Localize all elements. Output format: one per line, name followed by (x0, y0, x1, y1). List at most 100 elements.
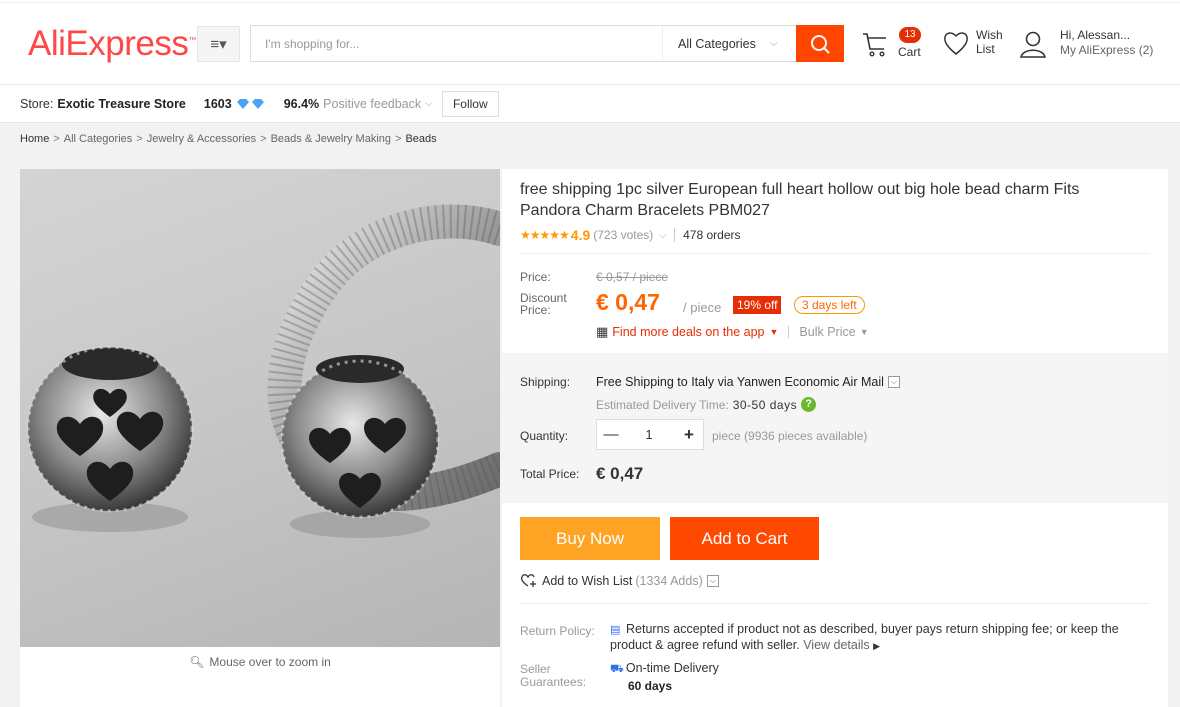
chevron-down-icon: ⌵ (887, 376, 900, 388)
search-input[interactable] (251, 26, 661, 61)
breadcrumb-separator: > (53, 132, 60, 145)
caret-down-icon: ▼ (769, 327, 779, 337)
quantity-stepper: — 1 + (596, 419, 704, 450)
caret-right-icon: ▶ (873, 641, 881, 651)
rating-votes[interactable]: (723 votes) (593, 228, 653, 242)
eta-label: Estimated Delivery Time: (596, 397, 729, 412)
store-score: 1603 (203, 96, 232, 111)
shipping-method-text: Free Shipping to Italy via Yanwen Econom… (596, 375, 884, 389)
zoom-hint: 🔍︎ Mouse over to zoom in (20, 647, 500, 677)
add-to-wish-list[interactable]: Add to Wish List (1334 Adds) ⌵ (520, 573, 719, 588)
wish-label-line2: List (976, 42, 995, 56)
breadcrumb-jewelry[interactable]: Jewelry & Accessories (147, 133, 256, 145)
breadcrumb-beads[interactable]: Beads (405, 133, 436, 145)
quantity-decrease-button[interactable]: — (597, 420, 625, 449)
return-policy-icon: ▤ (610, 624, 621, 636)
delivery-truck-icon: ⛟ (610, 663, 624, 675)
product-gallery: 🔍︎ Mouse over to zoom in (20, 169, 500, 707)
deals-row: ▦ Find more deals on the app ▼ Bulk Pric… (596, 324, 869, 340)
quantity-input[interactable]: 1 (629, 420, 669, 449)
chevron-down-icon: ⌵ (425, 98, 432, 108)
divider (520, 603, 1150, 604)
shipping-method[interactable]: Free Shipping to Italy via Yanwen Econom… (596, 375, 900, 389)
breadcrumb-beads-making[interactable]: Beads & Jewelry Making (271, 133, 391, 145)
search-button[interactable] (796, 25, 844, 62)
discount-price-row: Discount Price: € 0,47 / piece 19% off 3… (520, 289, 1160, 327)
chevron-down-icon: ⌵ (659, 229, 667, 240)
discount-price-label: Discount Price: (520, 291, 567, 317)
cart-icon (863, 33, 886, 57)
discount-price: € 0,47 (596, 289, 660, 315)
original-price: € 0,57 / piece (596, 270, 669, 284)
cart-link[interactable]: 13 Cart (860, 27, 930, 67)
hamburger-icon: ≡▾ (210, 36, 227, 53)
product-detail-panel: free shipping 1pc silver European full h… (502, 169, 1168, 707)
heart-plus-icon (521, 574, 536, 587)
app-deals-link[interactable]: Find more deals on the app (612, 325, 764, 339)
wish-list-count: (1334 Adds) (635, 573, 703, 588)
positive-feedback-label[interactable]: Positive feedback (323, 97, 421, 111)
price-unit: / piece (683, 300, 722, 315)
price-label: Price: (520, 270, 551, 284)
wish-list-link[interactable]: Wish List (942, 28, 1012, 68)
buy-now-button[interactable]: Buy Now (520, 517, 660, 560)
total-price: € 0,47 (596, 464, 644, 483)
store-bar: Store: Exotic Treasure Store 1603 96.4% … (0, 85, 1180, 123)
qr-code-icon: ▦ (596, 324, 609, 339)
quantity-available: piece (9936 pieces available) (712, 429, 868, 443)
breadcrumb-separator: > (260, 132, 267, 145)
eta-days: 30-50 days (732, 397, 798, 412)
breadcrumb-home[interactable]: Home (20, 133, 49, 145)
category-menu-button[interactable]: ≡▾ (197, 26, 240, 62)
wish-list-label: Add to Wish List (542, 573, 633, 588)
heart-icon (944, 32, 968, 55)
diamond-icon (236, 98, 264, 109)
site-header: AliExpress™ ≡▾ All Categories ⌵ 13 Cart … (0, 0, 1180, 85)
account-count: (2) (1138, 43, 1154, 57)
quantity-increase-button[interactable]: + (675, 420, 703, 449)
price-row: Price: € 0,57 / piece (520, 270, 668, 284)
view-details-link[interactable]: View details (803, 638, 869, 652)
search-icon (811, 34, 830, 54)
search-icon: 🔍︎ (189, 655, 205, 669)
cart-count-badge: 13 (899, 27, 921, 43)
chevron-down-icon: ⌵ (706, 574, 719, 587)
product-image[interactable] (20, 169, 500, 647)
seller-guarantee: ⛟ On-time Delivery (610, 661, 719, 677)
breadcrumb-all-categories[interactable]: All Categories (64, 133, 132, 145)
cart-label: Cart (898, 45, 921, 59)
discount-badge: 19% off (733, 296, 782, 314)
account-menu[interactable]: Hi, Alessan... My AliExpress (2) (1018, 28, 1178, 68)
add-to-cart-button[interactable]: Add to Cart (670, 517, 819, 560)
delivery-estimate: Estimated Delivery Time: 30-50 days ? (596, 397, 817, 412)
divider (520, 253, 1150, 254)
help-icon[interactable]: ? (801, 397, 817, 412)
aliexpress-logo[interactable]: AliExpress™ (28, 24, 196, 64)
top-line (0, 0, 1180, 3)
search-category-select[interactable]: All Categories ⌵ (662, 26, 796, 61)
orders-count: 478 orders (683, 228, 741, 242)
chevron-down-icon: ⌵ (769, 38, 778, 49)
follow-button[interactable]: Follow (441, 90, 499, 117)
divider (788, 326, 790, 338)
zoom-hint-text: Mouse over to zoom in (209, 655, 331, 669)
guarantee-text: On-time Delivery (625, 661, 719, 675)
logo-tm: ™ (188, 35, 196, 45)
days-left-badge: 3 days left (794, 296, 865, 314)
wish-label-line1: Wish (976, 28, 1003, 42)
search-bar: All Categories ⌵ (250, 25, 844, 62)
quantity-label: Quantity: (520, 429, 569, 443)
rating-value: 4.9 (570, 227, 591, 243)
user-icon (1020, 31, 1046, 58)
logo-text: AliExpress (28, 24, 189, 63)
breadcrumb-separator: > (395, 132, 402, 145)
breadcrumb-separator: > (136, 132, 143, 145)
bulk-price-link[interactable]: Bulk Price (799, 325, 855, 339)
divider (674, 228, 676, 242)
store-label: Store: (20, 96, 54, 111)
return-policy: ▤ Returns accepted if product not as desc… (610, 622, 1150, 654)
return-policy-label: Return Policy: (520, 624, 595, 638)
shipping-label: Shipping: (520, 375, 571, 389)
bead-photo-illustration (26, 204, 500, 538)
store-name-link[interactable]: Exotic Treasure Store (57, 97, 186, 111)
